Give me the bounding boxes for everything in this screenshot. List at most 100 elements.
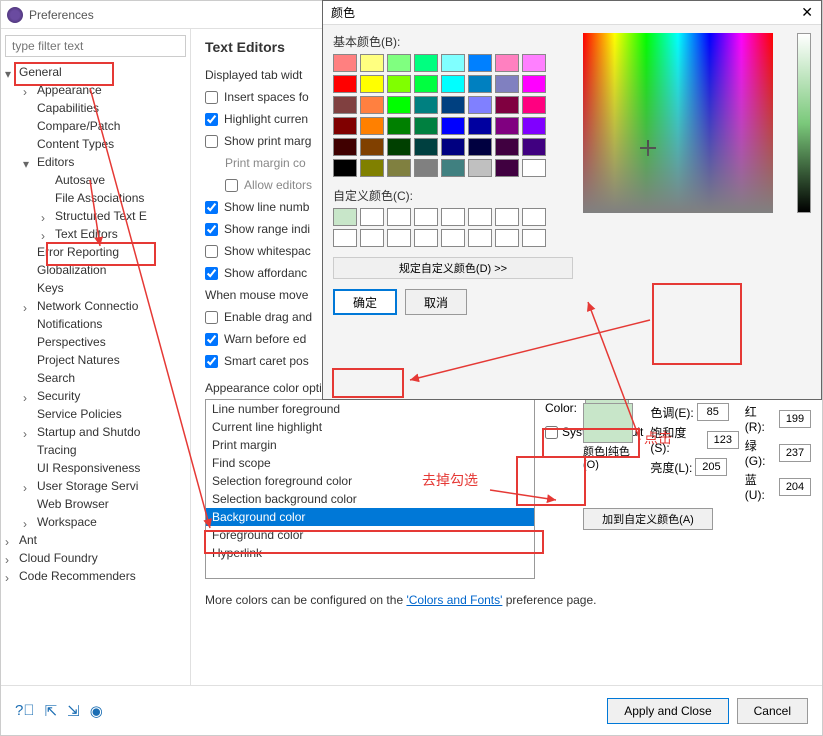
basic-color-swatch[interactable] [468,75,492,93]
tree-text-editors[interactable]: ›Text Editors [5,225,186,243]
basic-color-swatch[interactable] [387,96,411,114]
g-input[interactable] [779,444,811,462]
custom-color-swatch[interactable] [468,208,492,226]
checkbox[interactable] [205,201,218,214]
basic-color-swatch[interactable] [441,75,465,93]
tree-code-recommenders[interactable]: ›Code Recommenders [5,567,186,585]
basic-color-swatch[interactable] [522,138,546,156]
tree-search[interactable]: Search [5,369,186,387]
tree-workspace[interactable]: ›Workspace [5,513,186,531]
tree-notifications[interactable]: Notifications [5,315,186,333]
basic-color-swatch[interactable] [468,96,492,114]
checkbox[interactable] [205,245,218,258]
custom-color-swatch[interactable] [441,229,465,247]
basic-color-swatch[interactable] [495,96,519,114]
basic-color-swatch[interactable] [333,96,357,114]
basic-color-swatch[interactable] [333,159,357,177]
custom-color-swatch[interactable] [414,208,438,226]
basic-color-swatch[interactable] [468,54,492,72]
tree-perspectives[interactable]: Perspectives [5,333,186,351]
basic-color-swatch[interactable] [414,117,438,135]
checkbox[interactable] [205,355,218,368]
custom-color-swatch[interactable] [441,208,465,226]
basic-color-swatch[interactable] [522,75,546,93]
checkbox[interactable] [205,333,218,346]
basic-color-swatch[interactable] [360,159,384,177]
tree-ui-responsiveness[interactable]: UI Responsiveness [5,459,186,477]
colors-fonts-link[interactable]: 'Colors and Fonts' [406,593,502,607]
checkbox[interactable] [205,267,218,280]
basic-color-swatch[interactable] [360,54,384,72]
custom-color-swatch[interactable] [333,229,357,247]
basic-color-swatch[interactable] [360,117,384,135]
r-input[interactable] [779,410,811,428]
lum-input[interactable] [695,458,727,476]
custom-color-swatch[interactable] [495,208,519,226]
basic-color-swatch[interactable] [522,54,546,72]
tree-editors[interactable]: ▾Editors [5,153,186,171]
basic-color-swatch[interactable] [495,117,519,135]
basic-color-swatch[interactable] [333,54,357,72]
tree-user-storage[interactable]: ›User Storage Servi [5,477,186,495]
checkbox[interactable] [205,113,218,126]
export-icon[interactable]: ⇲ [67,702,80,720]
basic-color-swatch[interactable] [468,159,492,177]
basic-color-swatch[interactable] [495,54,519,72]
basic-color-swatch[interactable] [414,75,438,93]
checkbox[interactable] [225,179,238,192]
tree-web-browser[interactable]: Web Browser [5,495,186,513]
basic-color-swatch[interactable] [441,159,465,177]
custom-color-swatch[interactable] [495,229,519,247]
tree-tracing[interactable]: Tracing [5,441,186,459]
checkbox[interactable] [205,135,218,148]
tree-cloud-foundry[interactable]: ›Cloud Foundry [5,549,186,567]
tree-service-policies[interactable]: Service Policies [5,405,186,423]
tree-keys[interactable]: Keys [5,279,186,297]
apply-close-button[interactable]: Apply and Close [607,698,728,724]
color-gradient-picker[interactable] [583,33,773,213]
ok-button[interactable]: 确定 [333,289,397,315]
help-icon[interactable]: ?⃝ [15,702,35,720]
basic-color-swatch[interactable] [414,138,438,156]
tree-startup-shutdown[interactable]: ›Startup and Shutdo [5,423,186,441]
custom-color-swatch[interactable] [414,229,438,247]
basic-color-swatch[interactable] [468,138,492,156]
basic-color-swatch[interactable] [522,117,546,135]
basic-color-swatch[interactable] [441,138,465,156]
cancel-button[interactable]: Cancel [737,698,808,724]
basic-color-swatch[interactable] [333,75,357,93]
basic-color-swatch[interactable] [333,138,357,156]
basic-color-swatch[interactable] [387,138,411,156]
custom-color-swatch[interactable] [387,208,411,226]
tree-network[interactable]: ›Network Connectio [5,297,186,315]
sat-input[interactable] [707,431,739,449]
custom-color-swatch[interactable] [522,208,546,226]
hue-input[interactable] [697,403,729,421]
tree-capabilities[interactable]: Capabilities [5,99,186,117]
basic-color-swatch[interactable] [441,96,465,114]
gradient-marker[interactable] [643,143,653,153]
basic-color-swatch[interactable] [333,117,357,135]
custom-color-swatch[interactable] [468,229,492,247]
record-icon[interactable]: ◉ [90,702,103,720]
basic-color-swatch[interactable] [387,54,411,72]
basic-color-swatch[interactable] [360,96,384,114]
checkbox[interactable] [205,91,218,104]
filter-input[interactable] [5,35,186,57]
custom-color-swatch[interactable] [387,229,411,247]
basic-color-swatch[interactable] [495,75,519,93]
list-item[interactable]: Hyperlink [206,544,534,562]
basic-color-swatch[interactable] [468,117,492,135]
custom-color-swatch[interactable] [360,208,384,226]
tree-autosave[interactable]: Autosave [5,171,186,189]
custom-color-swatch[interactable] [522,229,546,247]
checkbox[interactable] [205,223,218,236]
b-input[interactable] [779,478,811,496]
tree-file-associations[interactable]: File Associations [5,189,186,207]
tree-globalization[interactable]: Globalization [5,261,186,279]
basic-color-swatch[interactable] [360,75,384,93]
dialog-cancel-button[interactable]: 取消 [405,289,467,315]
basic-color-swatch[interactable] [414,96,438,114]
basic-color-swatch[interactable] [414,54,438,72]
tree-appearance[interactable]: ›Appearance [5,81,186,99]
